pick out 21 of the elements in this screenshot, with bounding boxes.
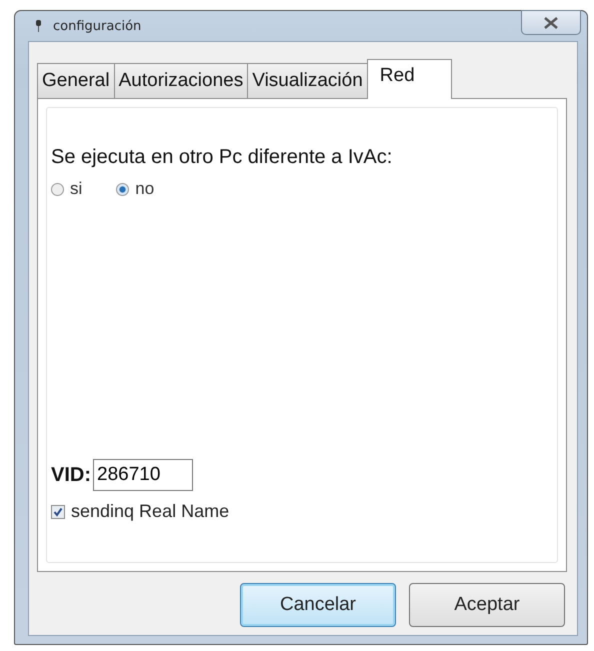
- vid-field[interactable]: 286710: [93, 459, 193, 491]
- tab[interactable]: General: [37, 63, 115, 99]
- dialog-button[interactable]: Aceptar: [409, 583, 565, 627]
- dialog-button[interactable]: Cancelar: [240, 583, 396, 627]
- tab[interactable]: Red: [366, 59, 452, 99]
- radio-option[interactable]: si: [51, 179, 82, 199]
- radio-button[interactable]: [51, 182, 64, 196]
- tab[interactable]: Autorizaciones: [114, 63, 248, 99]
- checkbox-label: sendinq Real Name: [71, 501, 230, 522]
- close-icon: [543, 16, 559, 28]
- window-title: configuración: [53, 18, 142, 34]
- pin-icon: [36, 20, 41, 32]
- vid-label: VID:: [51, 464, 91, 486]
- radio-label: no: [135, 179, 154, 199]
- radio-label: si: [70, 179, 82, 199]
- radio-button[interactable]: [116, 182, 130, 196]
- checkbox[interactable]: [51, 504, 65, 518]
- close-button[interactable]: [521, 10, 581, 35]
- radio-option[interactable]: no: [116, 179, 154, 199]
- question-label: Se ejecuta en otro Pc diferente a IvAc:: [51, 146, 394, 169]
- tab[interactable]: Visualización: [247, 63, 368, 99]
